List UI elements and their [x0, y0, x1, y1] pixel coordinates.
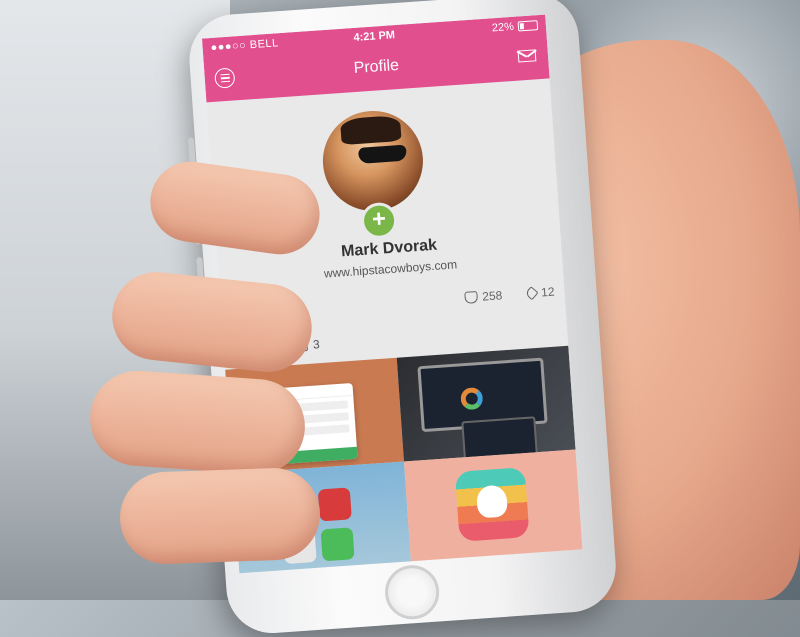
tags-stat[interactable]: 12: [524, 284, 555, 301]
battery-percent: 22%: [491, 20, 515, 35]
likes-count: 258: [481, 288, 503, 304]
add-friend-button[interactable]: +: [359, 201, 399, 240]
top-bar: ●●●○○ BELL 4:21 PM 22% Profile: [201, 14, 550, 103]
avatar[interactable]: [319, 107, 427, 215]
ring-finger: [118, 466, 322, 566]
likes-stat[interactable]: 258: [463, 288, 503, 305]
tag-icon: [524, 286, 539, 301]
battery-icon: [517, 20, 539, 32]
projects-count: 3: [312, 337, 321, 352]
tags-count: 12: [540, 284, 555, 300]
mail-icon[interactable]: [517, 49, 537, 63]
battery-indicator: 22%: [492, 19, 539, 34]
middle-finger: [86, 367, 309, 478]
like-icon: [463, 291, 478, 304]
portfolio-tile[interactable]: [403, 449, 583, 572]
portfolio-tile[interactable]: [396, 345, 576, 462]
home-button[interactable]: [383, 563, 441, 622]
